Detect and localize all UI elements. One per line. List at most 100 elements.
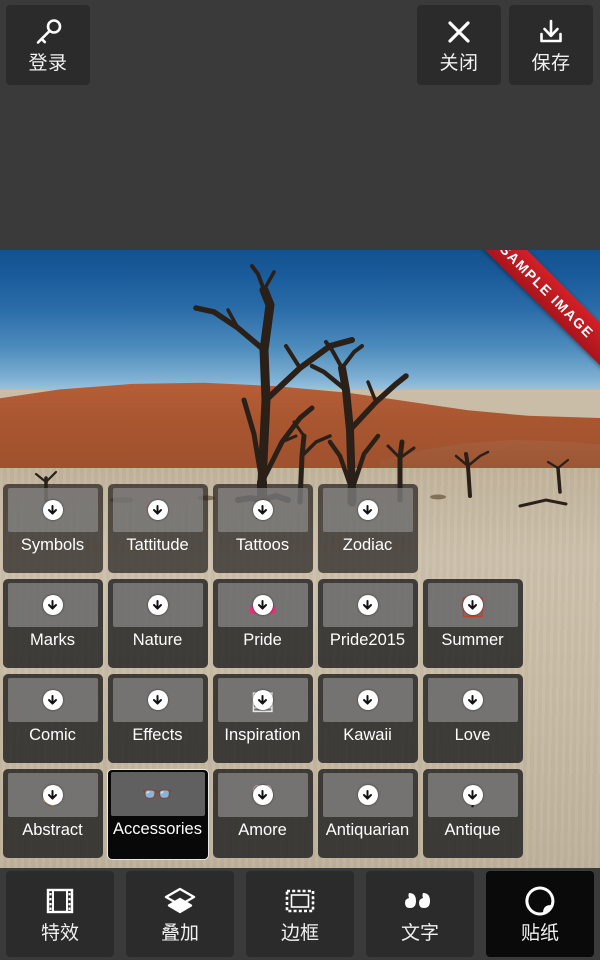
sticker-pack-tattitude[interactable]: ❤ Tattitude [107,484,208,573]
download-badge-icon[interactable] [147,595,168,615]
tab-frame[interactable]: 边框 [240,868,360,960]
sticker-pack-summer[interactable]: ▣ Summer [422,579,523,668]
sticker-thumbnail: ♥ [322,583,413,627]
sticker-pack-label: Inspiration [224,726,301,744]
sticker-thumbnail: ♡ [217,773,308,817]
download-badge-icon[interactable] [42,785,63,805]
sticker-thumbnail: ⬡ [7,773,98,817]
sticker-thumbnail: ▤ [217,678,308,722]
download-badge-icon[interactable] [462,690,483,710]
sticker-cell: ✾ Kawaii [315,674,420,769]
download-badge-icon[interactable] [357,595,378,615]
tab-effects-label: 特效 [40,923,79,944]
download-icon [534,16,568,48]
sticker-cell: ✺ Effects [105,674,210,769]
sticker-thumbnail: ✾ [322,678,413,722]
sticker-cell: ♥ Pride2015 [315,579,420,674]
sticker-pack-label: Pride2015 [329,631,406,649]
sticker-cell: ✒ Antiquarian [315,769,420,864]
sticker-pack-label: Effects [132,726,183,744]
sticker-pack-accessories[interactable]: 👓 Accessories [106,769,209,860]
sticker-pack-inspiration[interactable]: ▤ Inspiration [212,674,313,763]
close-button[interactable]: 关闭 [417,5,501,85]
sticker-pack-abstract[interactable]: ⬡ Abstract [2,769,103,858]
sticker-pack-nature[interactable]: ✿ Nature [107,579,208,668]
close-label: 关闭 [439,53,479,74]
tab-sticker[interactable]: 贴纸 [480,868,600,960]
sticker-cell: ♡ Amore [210,769,315,864]
sticker-pack-label: Antiquarian [325,821,410,839]
save-label: 保存 [531,53,571,74]
sticker-pack-label: Marks [30,631,75,649]
sticker-row: ✦ Comic ✺ Effects ▤ Inspiration ✾ Kawaii ❀ Love [0,674,600,769]
key-icon [31,16,65,48]
download-badge-icon[interactable] [147,690,168,710]
sticker-pack-kawaii[interactable]: ✾ Kawaii [317,674,418,763]
tab-sticker-label: 贴纸 [520,923,559,944]
sticker-thumbnail: ▬ [217,583,308,627]
sticker-thumbnail: ♒ [322,488,413,532]
download-badge-icon[interactable] [42,500,63,520]
sticker-pack-label: Accessories [113,820,202,838]
sticker-art-glyph: 👓 [141,779,174,809]
sticker-thumbnail: ⚲ [427,773,518,817]
sticker-pack-pride[interactable]: ▬ Pride [212,579,313,668]
tab-overlay[interactable]: 叠加 [120,868,240,960]
sticker-cell: ♒ Zodiac [315,484,420,579]
sticker-pack-label: Tattoos [235,536,290,554]
sticker-row: ⬡ Abstract 👓 Accessories ♡ Amore ✒ Antiquarian ⚲… [0,769,600,864]
download-badge-icon[interactable] [252,690,273,710]
sticker-thumbnail: ▣ [427,583,518,627]
download-badge-icon[interactable] [252,595,273,615]
download-badge-icon[interactable] [357,690,378,710]
login-button[interactable]: 登录 [6,5,90,85]
sticker-cell: ♣ Symbols [0,484,105,579]
sticker-pack-grid[interactable]: ♣ Symbols ❤ Tattitude ★ Tattoos ♒ Zodiac ❥ Marks ✿… [0,484,600,870]
sticker-cell: ★ Tattoos [210,484,315,579]
sticker-pack-amore[interactable]: ♡ Amore [212,769,313,858]
download-badge-icon[interactable] [42,690,63,710]
bottom-tool-nav[interactable]: 特效 叠加 边框 文字 贴纸 [0,868,600,960]
close-icon [442,16,476,48]
sticker-pack-tattoos[interactable]: ★ Tattoos [212,484,313,573]
sticker-pack-antique[interactable]: ⚲ Antique [422,769,523,858]
layers-icon [161,884,199,918]
sticker-pack-marks[interactable]: ❥ Marks [2,579,103,668]
download-badge-icon[interactable] [357,500,378,520]
sticker-cell: ❥ Marks [0,579,105,674]
tab-overlay-label: 叠加 [160,923,199,944]
download-badge-icon[interactable] [147,500,168,520]
sticker-thumbnail: ✒ [322,773,413,817]
download-badge-icon[interactable] [252,785,273,805]
sticker-pack-zodiac[interactable]: ♒ Zodiac [317,484,418,573]
download-badge-icon[interactable] [462,595,483,615]
sticker-pack-love[interactable]: ❀ Love [422,674,523,763]
download-badge-icon[interactable] [357,785,378,805]
sticker-cell: ✦ Comic [0,674,105,769]
download-badge-icon[interactable] [42,595,63,615]
sticker-thumbnail: ❥ [7,583,98,627]
sticker-pack-label: Kawaii [343,726,392,744]
tab-frame-label: 边框 [280,923,319,944]
sticker-pack-antiquarian[interactable]: ✒ Antiquarian [317,769,418,858]
sticker-thumbnail: ✿ [112,583,203,627]
sticker-thumbnail: ❤ [112,488,203,532]
download-badge-icon[interactable] [462,785,483,805]
sticker-pack-label: Amore [238,821,287,839]
tab-text-label: 文字 [400,923,439,944]
photo-editor-app: 登录 关闭 保存 SAMPLE IMAGE Symbols Tattitude … [0,0,600,960]
sticker-pack-effects[interactable]: ✺ Effects [107,674,208,763]
sticker-cell: ▤ Inspiration [210,674,315,769]
save-button[interactable]: 保存 [509,5,593,85]
login-label: 登录 [28,53,68,74]
sticker-row: ❥ Marks ✿ Nature ▬ Pride ♥ Pride2015 ▣ Summer [0,579,600,674]
sticker-pack-comic[interactable]: ✦ Comic [2,674,103,763]
tab-effects[interactable]: 特效 [0,868,120,960]
sticker-pack-label: Pride [243,631,282,649]
tab-text[interactable]: 文字 [360,868,480,960]
sticker-pack-label: Zodiac [342,536,393,554]
sticker-pack-symbols[interactable]: ♣ Symbols [2,484,103,573]
sticker-pack-pride2015[interactable]: ♥ Pride2015 [317,579,418,668]
download-badge-icon[interactable] [252,500,273,520]
sticker-thumbnail: ✦ [7,678,98,722]
